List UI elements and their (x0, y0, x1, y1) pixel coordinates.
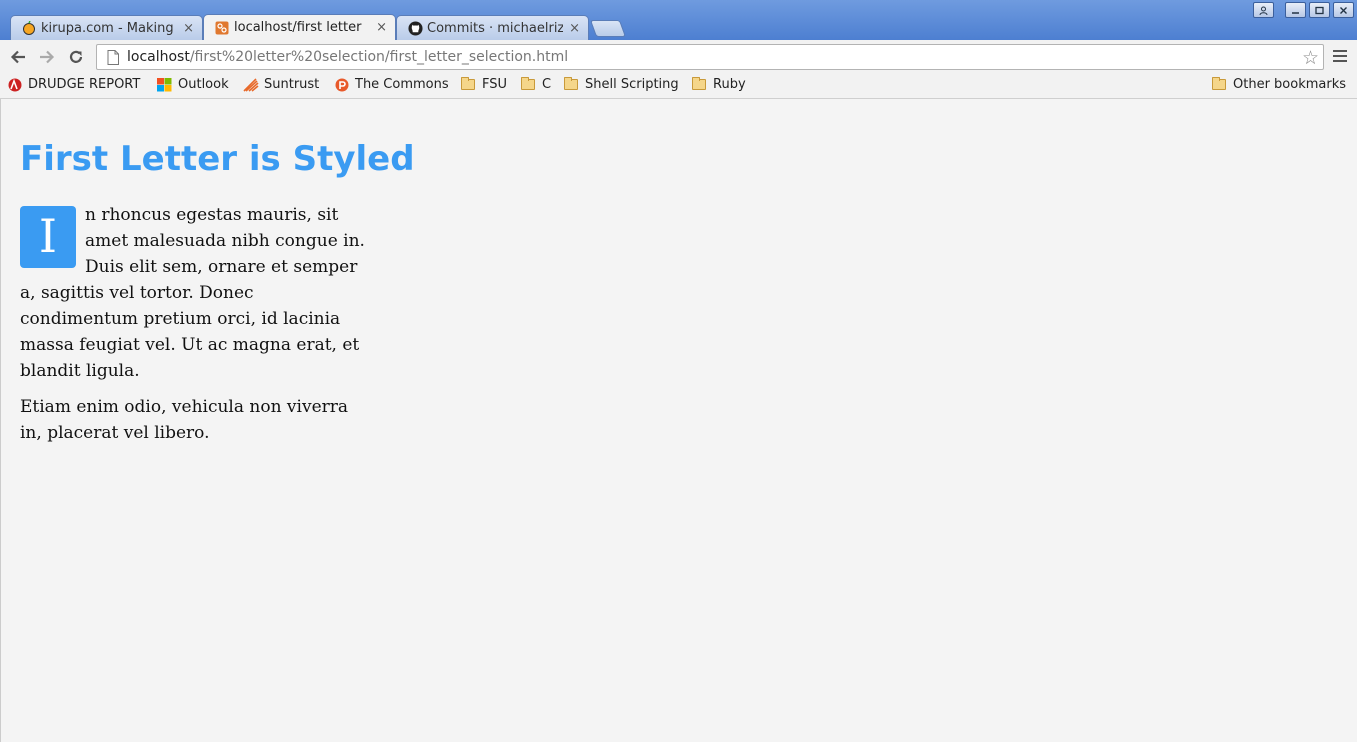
bookmarks-bar: DRUDGE REPORT Outlook Suntrust The Commo… (0, 74, 1357, 99)
page-heading: First Letter is Styled (20, 139, 415, 179)
bookmark-label: C (542, 77, 552, 92)
maximize-icon[interactable] (1309, 2, 1330, 18)
bookmark-label: Ruby (713, 77, 746, 92)
reload-icon[interactable] (65, 46, 87, 68)
folder-icon (521, 77, 537, 92)
drop-cap-letter: I (20, 206, 76, 268)
browser-toolbar: localhost/first%20letter%20selection/fir… (0, 40, 1357, 74)
bookmark-star-icon[interactable]: ☆ (1302, 47, 1319, 69)
bookmark-label: The Commons (355, 77, 449, 92)
bookmark-label: Outlook (178, 77, 229, 92)
tab-close-icon[interactable]: × (183, 21, 194, 36)
tab-close-icon[interactable]: × (376, 20, 387, 35)
commons-icon (334, 78, 350, 92)
tab-close-icon[interactable]: × (569, 21, 580, 36)
back-arrow-icon[interactable] (7, 46, 29, 68)
bookmark-folder-fsu[interactable]: FSU (461, 77, 507, 92)
other-bookmarks-folder[interactable]: Other bookmarks (1212, 77, 1346, 92)
outlook-icon (157, 77, 173, 92)
bookmark-folder-ruby[interactable]: Ruby (692, 77, 746, 92)
forward-arrow-icon[interactable] (36, 46, 58, 68)
tab-title: kirupa.com - Making (41, 20, 174, 36)
close-window-icon[interactable] (1333, 2, 1354, 18)
drudge-icon (7, 78, 23, 92)
folder-icon (461, 77, 477, 92)
article-body: In rhoncus egestas mauris, sit amet male… (20, 202, 372, 456)
tab-title: localhost/first letter (234, 20, 362, 35)
bookmark-folder-shell-scripting[interactable]: Shell Scripting (564, 77, 679, 92)
kirupa-favicon-icon (21, 20, 37, 36)
folder-icon (692, 77, 708, 92)
bookmark-folder-c[interactable]: C (521, 77, 551, 92)
page-icon (107, 49, 119, 65)
paragraph-1: In rhoncus egestas mauris, sit amet male… (20, 202, 372, 384)
other-bookmarks-label: Other bookmarks (1233, 77, 1347, 92)
folder-icon (1212, 77, 1228, 92)
menu-icon[interactable] (1333, 50, 1347, 65)
browser-titlebar: kirupa.com - Making × localhost/first le… (0, 0, 1357, 40)
bookmark-drudge[interactable]: DRUDGE REPORT (7, 77, 140, 92)
page-viewport: First Letter is Styled In rhoncus egesta… (0, 99, 1357, 742)
url-host: localhost (127, 49, 190, 65)
new-tab-button[interactable] (589, 20, 627, 37)
github-favicon-icon (407, 20, 423, 36)
bookmark-label: Suntrust (264, 77, 320, 92)
bookmark-label: DRUDGE REPORT (28, 77, 141, 92)
tab-localhost[interactable]: localhost/first letter × (203, 14, 396, 40)
folder-icon (564, 77, 580, 92)
suntrust-icon (243, 77, 259, 92)
profile-icon[interactable] (1253, 2, 1274, 18)
tab-github[interactable]: Commits · michaelriz × (396, 15, 589, 40)
tab-title: Commits · michaelriz (427, 20, 564, 36)
bookmark-label: FSU (482, 77, 508, 92)
minimize-icon[interactable] (1285, 2, 1306, 18)
tab-kirupa[interactable]: kirupa.com - Making × (10, 15, 203, 40)
paragraph-2: Etiam enim odio, vehicula non viverra in… (20, 397, 349, 443)
bookmark-label: Shell Scripting (585, 77, 679, 92)
bookmark-outlook[interactable]: Outlook (157, 77, 229, 92)
bookmark-suntrust[interactable]: Suntrust (243, 77, 319, 92)
url-path: /first%20letter%20selection/first_letter… (189, 49, 569, 65)
html5-favicon-icon (214, 20, 230, 36)
bookmark-the-commons[interactable]: The Commons (334, 77, 449, 92)
address-bar[interactable]: localhost/first%20letter%20selection/fir… (96, 44, 1324, 70)
